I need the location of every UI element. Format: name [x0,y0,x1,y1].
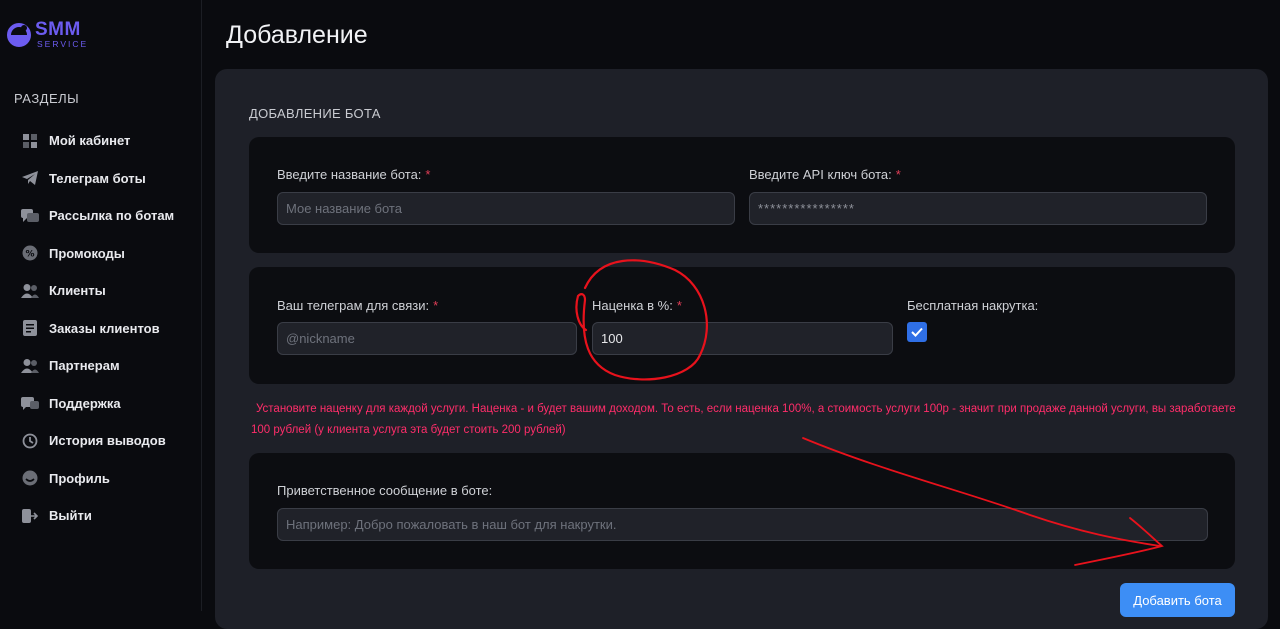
sidebar-item-label: Рассылка по ботам [49,208,175,224]
bot-name-label: Введите название бота: * [277,167,430,182]
api-key-input[interactable] [749,192,1207,225]
sidebar-item-clients[interactable]: Клиенты [0,272,200,310]
api-key-label: Введите API ключ бота: * [749,167,901,182]
welcome-message-label: Приветственное сообщение в боте: [277,483,493,498]
sidebar-nav: Мой кабинет Телеграм боты Рассылка по бо… [0,122,200,535]
bot-name-label-text: Введите название бота: [277,167,422,182]
sidebar-item-label: Заказы клиентов [49,320,160,336]
logout-icon [21,507,39,525]
sidebar-item-label: Телеграм боты [49,170,146,186]
markup-hint-line2: 100 рублей (у клиента услуга эта будет с… [251,424,566,436]
sidebar-item-label: Поддержка [49,395,121,411]
sidebar-item-label: Профиль [49,470,110,486]
markup-label-text: Наценка в %: [592,298,673,313]
sidebar-item-label: Мой кабинет [49,133,131,149]
checkmark-icon [911,327,923,337]
sidebar-item-label: Партнерам [49,358,120,374]
sidebar-item-support[interactable]: Поддержка [0,385,200,423]
add-bot-card: ДОБАВЛЕНИЕ БОТА Введите название бота: * … [215,69,1268,629]
sidebar-item-partners[interactable]: Партнерам [0,347,200,385]
telegram-contact-input[interactable] [277,322,577,355]
required-mark: * [433,298,439,313]
grid-icon [21,132,39,150]
welcome-message-panel: Приветственное сообщение в боте: [249,453,1235,569]
card-title: ДОБАВЛЕНИЕ БОТА [249,106,381,121]
telegram-icon [21,169,39,187]
required-mark: * [895,167,901,182]
logo-text: SMM [35,19,81,40]
page-title: Добавление [226,21,368,49]
markup-label: Наценка в %: * [592,298,682,313]
bot-name-input[interactable] [277,192,735,225]
sidebar-section-title: РАЗДЕЛЫ [14,91,80,106]
history-icon [21,432,39,450]
required-mark: * [676,298,682,313]
telegram-contact-label: Ваш телеграм для связи: * [277,298,438,313]
contact-markup-panel: Ваш телеграм для связи:* Наценка в %:* Б… [249,267,1235,384]
sidebar-item-promocodes[interactable]: % Промокоды [0,235,200,273]
add-bot-button[interactable]: Добавить бота [1120,583,1235,617]
sidebar-item-label: История выводов [49,433,166,449]
sidebar: SMM SERVICE РАЗДЕЛЫ Мой кабинет Телеграм… [0,0,202,611]
support-icon [21,394,39,412]
markup-hint-line1: Установите наценку для каждой услуги. На… [256,403,1236,415]
logo-subtext: SERVICE [37,39,89,49]
sidebar-item-my-cabinet[interactable]: Мой кабинет [0,122,200,160]
required-mark: * [425,167,431,182]
sidebar-item-label: Промокоды [49,245,125,261]
sidebar-item-telegram-bots[interactable]: Телеграм боты [0,160,200,198]
markup-input[interactable] [592,322,893,355]
telegram-contact-label-text: Ваш телеграм для связи: [277,298,430,313]
profile-icon [21,469,39,487]
users-icon [21,282,39,300]
svg-text:%: % [25,250,34,260]
free-boost-label: Бесплатная накрутка: [907,298,1039,313]
sidebar-item-profile[interactable]: Профиль [0,460,200,498]
chat-icon [21,207,39,225]
sidebar-item-client-orders[interactable]: Заказы клиентов [0,310,200,348]
api-key-label-text: Введите API ключ бота: [749,167,892,182]
bot-credentials-panel: Введите название бота:* Введите API ключ… [249,137,1235,253]
sidebar-item-logout[interactable]: Выйти [0,497,200,535]
logo-icon [7,23,31,48]
discount-icon: % [21,244,39,262]
sidebar-item-label: Клиенты [49,283,106,299]
welcome-message-input[interactable] [277,508,1208,541]
partners-icon [21,357,39,375]
logo[interactable]: SMM SERVICE [6,20,88,49]
document-icon [21,319,39,337]
sidebar-item-bot-mailing[interactable]: Рассылка по ботам [0,197,200,235]
sidebar-item-label: Выйти [49,508,92,524]
markup-hint: Установите наценку для каждой услуги. На… [251,399,1236,441]
sidebar-item-withdraw-history[interactable]: История выводов [0,422,200,460]
free-boost-checkbox[interactable] [907,322,927,342]
